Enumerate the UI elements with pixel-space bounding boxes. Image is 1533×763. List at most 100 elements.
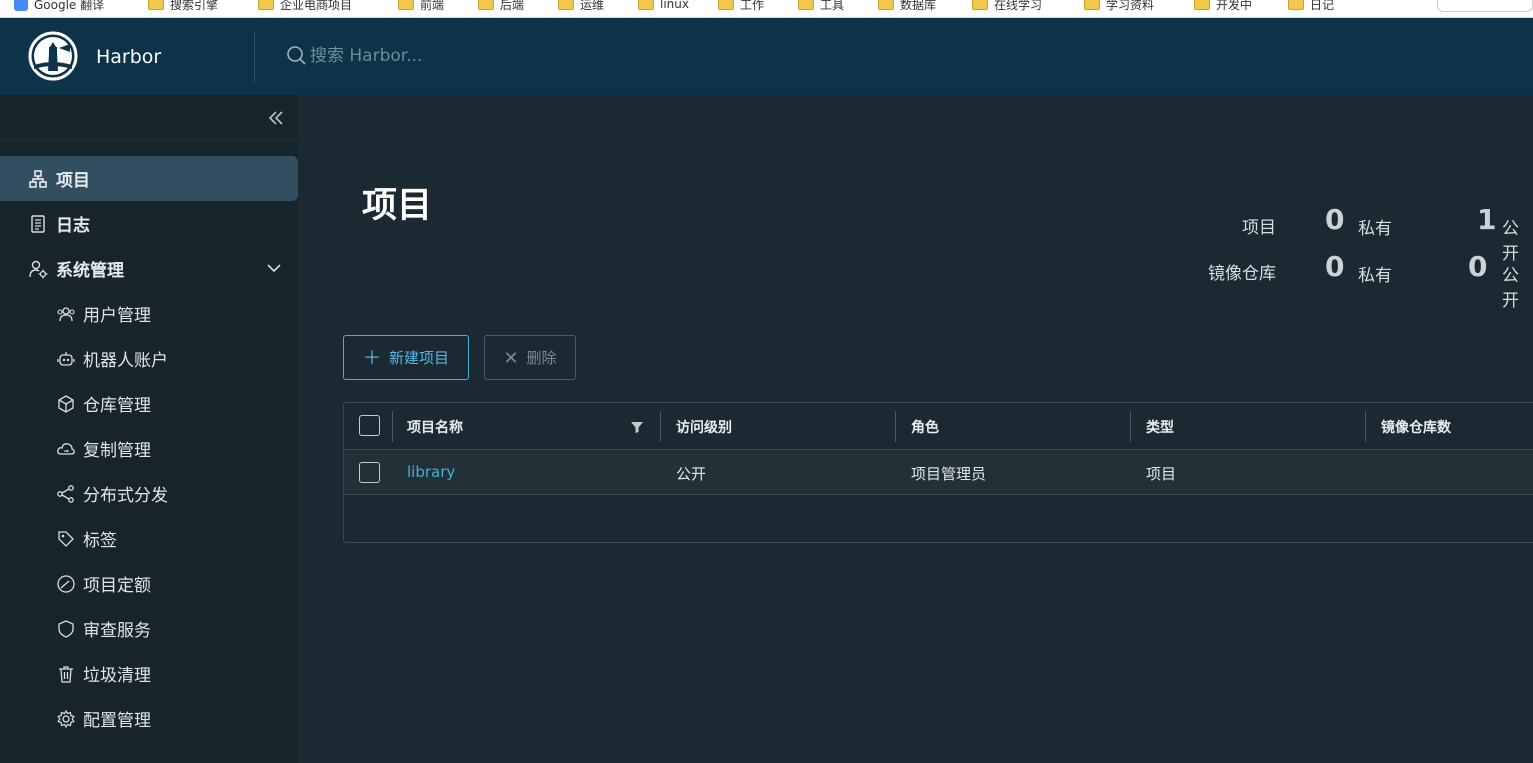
column-divider [660, 411, 661, 442]
column-header-access-level[interactable]: 访问级别 [676, 417, 732, 437]
close-icon: ✕ [503, 347, 519, 368]
brand-name: Harbor [96, 46, 162, 68]
bookmark-folder[interactable]: 运维 [558, 0, 604, 14]
sidebar-item-garbage-collection[interactable]: 垃圾清理 [0, 651, 298, 696]
sidebar-item-configuration[interactable]: 配置管理 [0, 696, 298, 741]
bookmark-folder[interactable]: 在线学习 [972, 0, 1042, 14]
stat-label-projects: 项目 [1242, 218, 1276, 238]
header-divider [254, 32, 255, 82]
stat-repos-public-count: 0 [1468, 250, 1488, 283]
sidebar-item-label: 分布式分发 [83, 486, 168, 506]
folder-icon [1288, 0, 1304, 10]
bookmark-folder[interactable]: 学习资料 [1084, 0, 1154, 14]
sidebar-item-label: 配置管理 [83, 711, 151, 731]
column-header-type[interactable]: 类型 [1146, 417, 1174, 437]
sidebar-divider [0, 140, 298, 141]
main-content: 项目 项目 0 私有 1 公开 镜像仓库 0 私有 0 公开 ＋ 新建项目 ✕ … [298, 95, 1533, 763]
bookmark-folder[interactable]: 日记 [1288, 0, 1334, 14]
bookmark-folder[interactable]: 数据库 [878, 0, 936, 14]
stat-projects-private-count: 0 [1325, 203, 1345, 236]
folder-icon [798, 0, 814, 10]
bookmark-google-translate[interactable]: Google 翻译 [14, 0, 104, 14]
column-divider [1365, 411, 1366, 442]
sidebar-item-label: 复制管理 [83, 441, 151, 461]
folder-icon [398, 0, 414, 10]
folder-icon [478, 0, 494, 10]
table-row: library 公开 项目管理员 项目 [344, 450, 1533, 495]
column-header-name[interactable]: 项目名称 [407, 417, 463, 437]
column-divider [895, 411, 896, 442]
project-name-link[interactable]: library [407, 463, 455, 481]
sidebar-item-label: 垃圾清理 [83, 666, 151, 686]
folder-icon [148, 0, 164, 10]
robot-icon [55, 348, 77, 370]
sidebar-item-label: 机器人账户 [83, 351, 168, 371]
admin-icon [27, 258, 49, 280]
sidebar-item-users[interactable]: 用户管理 [0, 291, 298, 336]
chevron-down-icon[interactable] [264, 258, 284, 278]
bookmark-folder[interactable]: 工具 [798, 0, 844, 14]
row-checkbox[interactable] [359, 462, 380, 483]
folder-icon [1084, 0, 1100, 10]
sidebar-item-registries[interactable]: 仓库管理 [0, 381, 298, 426]
cell-access-level: 公开 [676, 465, 707, 483]
stat-projects-public-count: 1 [1477, 203, 1497, 236]
tag-icon [55, 528, 77, 550]
browser-widget[interactable] [1437, 0, 1533, 12]
sidebar-item-replications[interactable]: 复制管理 [0, 426, 298, 471]
column-header-repo-count[interactable]: 镜像仓库数 [1381, 417, 1451, 437]
stat-private-label: 私有 [1358, 219, 1392, 239]
sidebar-item-project-quotas[interactable]: 项目定额 [0, 561, 298, 606]
bookmark-folder[interactable]: 前端 [398, 0, 444, 14]
sidebar-item-label: 项目 [56, 171, 90, 191]
folder-icon [972, 0, 988, 10]
bookmark-folder[interactable]: 搜索引擎 [148, 0, 218, 14]
search-input[interactable] [310, 46, 630, 66]
sidebar-item-label: 系统管理 [56, 261, 124, 281]
sidebar-item-distributions[interactable]: 分布式分发 [0, 471, 298, 516]
bookmark-folder[interactable]: 工作 [718, 0, 764, 14]
folder-icon [1194, 0, 1210, 10]
folder-icon [258, 0, 274, 10]
plus-icon: ＋ [362, 347, 381, 368]
stat-public-label: 公开 [1502, 219, 1519, 264]
sidebar: 项目 日志 系统管理 用户管理 机器人账户 仓库管理 复制管理 分布式分发 标签… [0, 95, 298, 763]
bookmark-folder[interactable]: 企业电商项目 [258, 0, 352, 14]
sidebar-item-labels[interactable]: 标签 [0, 516, 298, 561]
folder-icon [878, 0, 894, 10]
page-title: 项目 [362, 186, 433, 226]
folder-icon [638, 0, 654, 10]
bookmark-folder[interactable]: linux [638, 0, 689, 14]
sidebar-item-logs[interactable]: 日志 [0, 201, 298, 246]
table-header: 项目名称 访问级别 角色 类型 镜像仓库数 [344, 403, 1533, 450]
bookmark-folder[interactable]: 后端 [478, 0, 524, 14]
sidebar-item-robot-accounts[interactable]: 机器人账户 [0, 336, 298, 381]
search-icon [287, 46, 306, 65]
filter-icon[interactable] [630, 420, 644, 434]
stat-label-repositories: 镜像仓库 [1208, 264, 1276, 284]
users-icon [55, 303, 77, 325]
sidebar-item-administration[interactable]: 系统管理 [0, 246, 298, 291]
delete-label: 删除 [526, 350, 557, 367]
collapse-sidebar-icon[interactable] [265, 107, 287, 129]
cloud-sync-icon [55, 438, 77, 460]
sidebar-item-label: 日志 [56, 216, 90, 236]
gear-icon [55, 708, 77, 730]
bookmark-folder[interactable]: 开发中 [1194, 0, 1252, 14]
sidebar-item-label: 仓库管理 [83, 396, 151, 416]
new-project-button[interactable]: ＋ 新建项目 [343, 335, 469, 380]
delete-button[interactable]: ✕ 删除 [484, 335, 576, 380]
folder-icon [718, 0, 734, 10]
sidebar-item-interrogation-services[interactable]: 审查服务 [0, 606, 298, 651]
sidebar-item-projects[interactable]: 项目 [0, 156, 298, 201]
log-icon [27, 213, 49, 235]
column-header-role[interactable]: 角色 [911, 417, 939, 437]
harbor-logo-icon[interactable] [28, 31, 78, 81]
stat-private-label: 私有 [1358, 266, 1392, 286]
stat-public-label: 公开 [1502, 266, 1519, 311]
column-divider [392, 411, 393, 442]
project-icon [27, 168, 49, 190]
projects-table: 项目名称 访问级别 角色 类型 镜像仓库数 library 公开 项目管理员 项… [343, 402, 1533, 543]
column-divider [1130, 411, 1131, 442]
select-all-checkbox[interactable] [359, 415, 380, 436]
